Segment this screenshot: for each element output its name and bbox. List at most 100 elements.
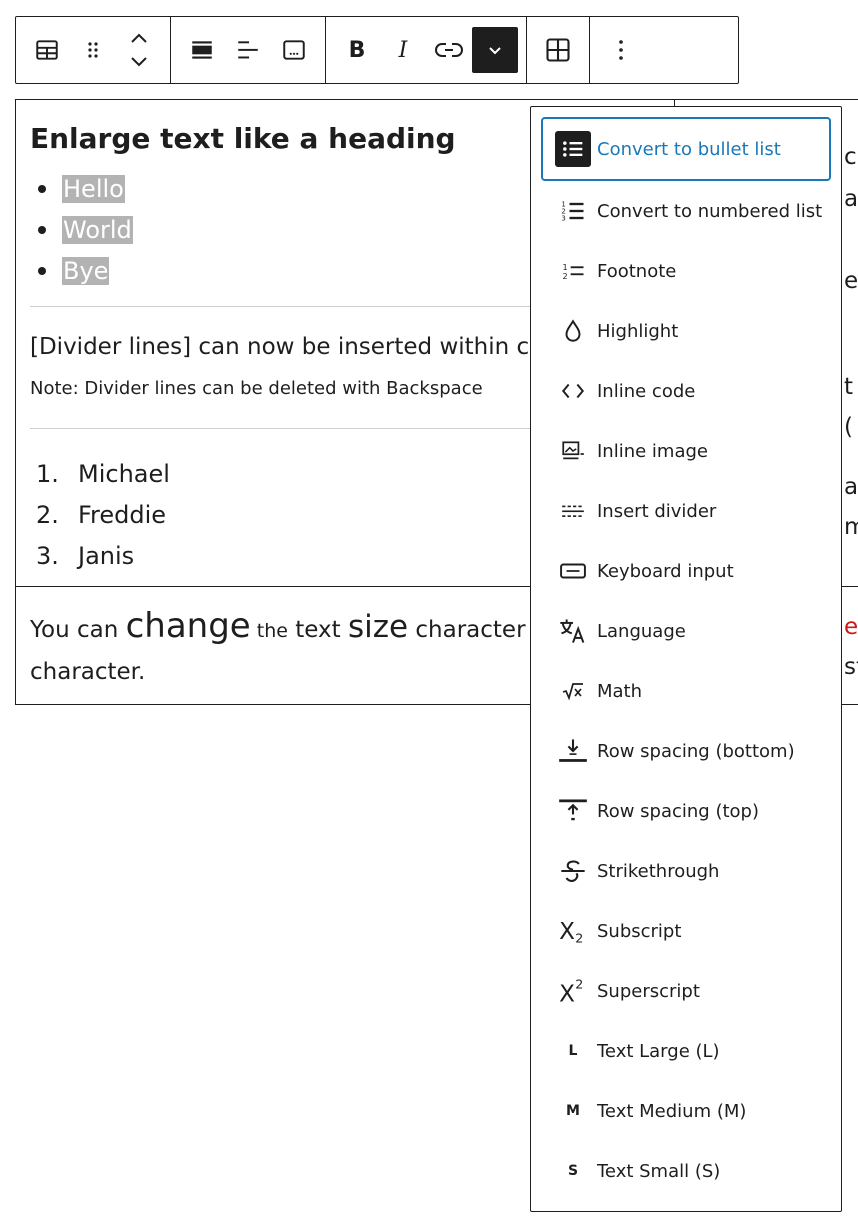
menu-item-strikethrough[interactable]: Strikethrough (541, 841, 831, 901)
toolbar-group-align (171, 17, 326, 83)
menu-item-row-spacing-top[interactable]: Row spacing (top) (541, 781, 831, 841)
svg-text:X: X (559, 919, 575, 945)
chevron-down-icon (489, 47, 501, 55)
divider-icon (555, 493, 591, 529)
menu-item-label: Inline code (597, 380, 696, 402)
selected-text: Hello (62, 174, 125, 203)
list-number: 1. (36, 459, 59, 488)
menu-item-text-large[interactable]: L Text Large (L) (541, 1021, 831, 1081)
menu-item-label: Row spacing (bottom) (597, 740, 795, 762)
menu-item-math[interactable]: Math (541, 661, 831, 721)
menu-item-label: Strikethrough (597, 860, 720, 882)
menu-item-subscript[interactable]: X2 Subscript (541, 901, 831, 961)
clipped-text: ( (844, 414, 853, 440)
more-options-icon (619, 40, 623, 60)
menu-item-inline-image[interactable]: Inline image (541, 421, 831, 481)
list-text: Michael (78, 459, 170, 488)
bold-icon: B (348, 37, 366, 63)
text-large-icon: L (568, 1043, 578, 1059)
italic-button[interactable]: I (380, 27, 426, 73)
menu-item-label: Convert to numbered list (597, 200, 823, 222)
text-segment: You can (30, 617, 126, 643)
language-icon (555, 613, 591, 649)
svg-text:2: 2 (575, 931, 583, 945)
divider-description: [Divider lines] can now be inserted with… (30, 334, 530, 360)
code-icon (555, 373, 591, 409)
menu-item-inline-code[interactable]: Inline code (541, 361, 831, 421)
more-formats-button[interactable] (472, 27, 518, 73)
list-text: Janis (78, 541, 135, 570)
bullet-dot-icon (38, 184, 46, 193)
clipped-text: st (844, 654, 858, 680)
large-text-heading: Enlarge text like a heading (30, 122, 456, 155)
link-button[interactable] (426, 27, 472, 73)
move-up-down-button[interactable] (116, 27, 162, 73)
svg-text:3: 3 (561, 214, 565, 222)
menu-item-label: Math (597, 680, 643, 702)
svg-text:2: 2 (575, 977, 583, 992)
menu-item-label: Text Small (S) (597, 1160, 721, 1182)
menu-item-text-medium[interactable]: M Text Medium (M) (541, 1081, 831, 1141)
menu-item-keyboard-input[interactable]: Keyboard input (541, 541, 831, 601)
menu-item-label: Convert to bullet list (597, 138, 781, 160)
bold-button[interactable]: B (334, 27, 380, 73)
menu-item-label: Language (597, 620, 686, 642)
list-item: Bye (30, 250, 133, 291)
footnote-icon: 12 (555, 253, 591, 289)
link-icon (435, 43, 463, 57)
menu-item-superscript[interactable]: X2 Superscript (541, 961, 831, 1021)
bullet-dot-icon (38, 266, 46, 275)
svg-text:X: X (559, 981, 575, 1005)
menu-item-label: Footnote (597, 260, 677, 282)
clipped-text: a (844, 186, 858, 212)
inline-image-icon (555, 433, 591, 469)
menu-item-text-small[interactable]: S Text Small (S) (541, 1141, 831, 1201)
menu-item-bullet-list[interactable]: Convert to bullet list (541, 117, 831, 181)
toolbar-group-format: B I (326, 17, 527, 83)
list-number: 3. (36, 541, 59, 570)
superscript-icon: X2 (555, 973, 591, 1009)
menu-item-label: Superscript (597, 980, 700, 1002)
drag-handle-icon (88, 42, 98, 58)
menu-item-label: Keyboard input (597, 560, 734, 582)
align-left-button[interactable] (225, 27, 271, 73)
drag-handle-button[interactable] (70, 27, 116, 73)
list-item: Hello (30, 168, 133, 209)
list-text: Freddie (78, 500, 167, 529)
clipped-text: e (844, 614, 858, 640)
table-block-button[interactable] (24, 27, 70, 73)
svg-text:2: 2 (563, 271, 568, 281)
edit-table-button[interactable] (535, 27, 581, 73)
italic-icon: I (398, 37, 408, 63)
numbered-list-icon: 123 (555, 193, 591, 229)
toolbar-group-options (590, 17, 652, 83)
list-item: 3. Janis (30, 535, 170, 576)
math-icon (555, 673, 591, 709)
format-dropdown-menu: Convert to bullet list 123 Convert to nu… (530, 106, 842, 1212)
table-icon (36, 40, 58, 60)
menu-item-language[interactable]: Language (541, 601, 831, 661)
menu-item-highlight[interactable]: Highlight (541, 301, 831, 361)
clipped-text: e (844, 268, 858, 294)
caption-button[interactable] (271, 27, 317, 73)
clipped-text: a (844, 474, 858, 500)
clipped-text: c (844, 144, 857, 170)
align-full-button[interactable] (179, 27, 225, 73)
menu-item-label: Text Large (L) (597, 1040, 720, 1062)
menu-item-label: Row spacing (top) (597, 800, 759, 822)
menu-item-label: Text Medium (M) (597, 1100, 747, 1122)
strikethrough-icon (555, 853, 591, 889)
menu-item-numbered-list[interactable]: 123 Convert to numbered list (541, 181, 831, 241)
table-grid-icon (546, 38, 570, 62)
menu-item-insert-divider[interactable]: Insert divider (541, 481, 831, 541)
text-segment: text (287, 617, 348, 643)
text-small-icon: S (567, 1163, 579, 1179)
divider-note: Note: Divider lines can be deleted with … (30, 378, 483, 399)
text-segment-large: size (347, 609, 409, 645)
keyboard-icon (555, 553, 591, 589)
menu-item-footnote[interactable]: 12 Footnote (541, 241, 831, 301)
text-segment-large: change (125, 606, 251, 646)
options-button[interactable] (598, 27, 644, 73)
menu-item-row-spacing-bottom[interactable]: Row spacing (bottom) (541, 721, 831, 781)
bullet-dot-icon (38, 225, 46, 234)
